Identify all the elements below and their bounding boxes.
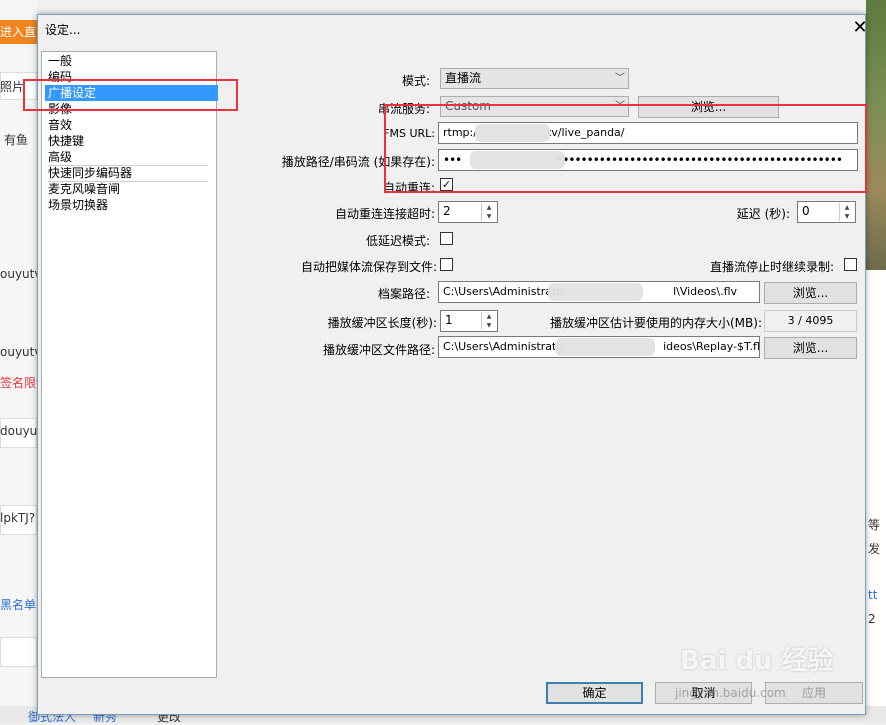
fms-url-value-tail: tv/live_panda/ bbox=[546, 126, 625, 139]
buffer-path-label: 播放缓冲区文件路径: bbox=[322, 343, 435, 357]
enter-room-button[interactable]: 进入直 bbox=[0, 20, 37, 44]
bg-text: ouyutv. bbox=[0, 267, 37, 281]
bg-input bbox=[0, 637, 37, 667]
buffer-length-value: 1 bbox=[445, 313, 453, 327]
reconnect-timeout-label: 自动重连连接超时: bbox=[334, 207, 435, 221]
nav-item-encoding[interactable]: 编码 bbox=[48, 69, 216, 85]
nav-item-hotkeys[interactable]: 快捷键 bbox=[48, 133, 216, 149]
bg-link[interactable]: tt bbox=[868, 588, 886, 602]
bg-text: lpkTJ? bbox=[0, 511, 36, 525]
reconnect-timeout-spinner[interactable]: 2 ▲ ▼ bbox=[438, 201, 498, 223]
background-photo bbox=[866, 0, 886, 270]
fms-url-label: FMS URL: bbox=[383, 127, 435, 140]
fms-url-value: rtmp:/ bbox=[443, 126, 477, 139]
nav-item-general[interactable]: 一般 bbox=[48, 53, 216, 69]
spinner-arrows-icon[interactable]: ▲ ▼ bbox=[839, 203, 854, 221]
low-latency-label: 低延迟模式: bbox=[365, 234, 430, 248]
file-path-label: 档案路径: bbox=[377, 287, 430, 301]
service-value: Custom bbox=[445, 99, 491, 113]
redaction-blur bbox=[475, 124, 550, 142]
continue-record-checkbox[interactable] bbox=[844, 258, 857, 271]
buffer-path-value: C:\Users\Administrato bbox=[443, 340, 564, 353]
chevron-down-icon: ﹀ bbox=[615, 101, 625, 112]
settings-nav-list: 一般 编码 广播设定 影像 音效 快捷键 高级 快速同步编码器 麦克风噪音闸 场… bbox=[41, 51, 218, 678]
service-select[interactable]: Custom ﹀ bbox=[440, 96, 629, 117]
background-app-left bbox=[0, 0, 37, 723]
ok-button[interactable]: 确定 bbox=[546, 682, 643, 704]
play-path-label: 播放路径/串码流 (如果存在): bbox=[281, 155, 435, 169]
baidu-watermark: Bai du 经验 bbox=[680, 646, 834, 676]
bg-text: 照片 bbox=[0, 80, 25, 94]
nav-item-broadcast[interactable]: 广播设定 bbox=[45, 85, 218, 101]
delay-value: 0 bbox=[802, 204, 810, 218]
bg-text: douyu bbox=[0, 424, 37, 438]
chevron-down-icon: ﹀ bbox=[615, 73, 625, 84]
bg-text: 2 bbox=[868, 612, 876, 626]
service-browse-button[interactable]: 浏览... bbox=[638, 96, 779, 118]
low-latency-checkbox[interactable] bbox=[440, 232, 453, 245]
file-path-value: C:\Users\Administrato bbox=[443, 285, 564, 298]
reconnect-timeout-value: 2 bbox=[443, 204, 451, 218]
file-path-browse-button[interactable]: 浏览... bbox=[764, 282, 857, 304]
baidu-watermark-url: jingyan.baidu.com bbox=[675, 686, 786, 700]
nav-item-audio[interactable]: 音效 bbox=[48, 117, 216, 133]
mode-select[interactable]: 直播流 ﹀ bbox=[440, 68, 629, 89]
play-path-value-tail: ••••••••••••••••••••••••••••••••••••••••… bbox=[556, 153, 843, 167]
nav-item-video[interactable]: 影像 bbox=[48, 101, 216, 117]
bg-text: 等 bbox=[868, 518, 881, 532]
buffer-path-browse-button[interactable]: 浏览... bbox=[764, 337, 857, 359]
dialog-title: 设定... bbox=[45, 23, 81, 37]
buffer-memory-value: 3 / 4095 bbox=[764, 310, 857, 332]
bg-text: 发 bbox=[868, 542, 881, 556]
buffer-length-spinner[interactable]: 1 ▲ ▼ bbox=[440, 310, 498, 332]
buffer-length-label: 播放缓冲区长度(秒): bbox=[327, 316, 437, 330]
file-path-value-tail: l\Videos\.flv bbox=[673, 285, 738, 298]
bg-text: 有鱼 bbox=[4, 133, 29, 147]
close-icon[interactable]: ✕ bbox=[850, 18, 870, 38]
nav-item-quicksync[interactable]: 快速同步编码器 bbox=[48, 165, 216, 181]
redaction-blur bbox=[555, 338, 655, 356]
nav-item-scene-switcher[interactable]: 场景切换器 bbox=[48, 197, 216, 213]
buffer-path-value-tail: ideos\Replay-$T.flv bbox=[663, 340, 760, 353]
bg-link[interactable]: 黑名单 bbox=[0, 596, 37, 613]
mode-label: 模式: bbox=[401, 74, 430, 88]
continue-record-label: 直播流停止时继续录制: bbox=[709, 260, 834, 274]
service-label: 串流服务: bbox=[377, 102, 430, 116]
auto-reconnect-label: 自动重连: bbox=[382, 181, 435, 195]
bg-text: 签名限制 bbox=[0, 376, 37, 390]
nav-item-advanced[interactable]: 高级 bbox=[48, 149, 216, 165]
redaction-blur bbox=[548, 283, 643, 301]
save-stream-label: 自动把媒体流保存到文件: bbox=[300, 260, 437, 274]
save-stream-checkbox[interactable] bbox=[440, 258, 453, 271]
delay-spinner[interactable]: 0 ▲ ▼ bbox=[797, 201, 856, 223]
nav-item-noise-gate[interactable]: 麦克风噪音闸 bbox=[48, 181, 216, 197]
auto-reconnect-checkbox[interactable]: ✓ bbox=[440, 178, 453, 191]
spinner-arrows-icon[interactable]: ▲ ▼ bbox=[481, 203, 496, 221]
buffer-memory-label: 播放缓冲区估计要使用的内存大小(MB): bbox=[550, 316, 762, 330]
delay-label: 延迟 (秒): bbox=[736, 207, 790, 221]
bg-text: ouyutv. bbox=[0, 345, 37, 359]
spinner-arrows-icon[interactable]: ▲ ▼ bbox=[481, 312, 496, 330]
redaction-blur bbox=[470, 151, 565, 169]
mode-value: 直播流 bbox=[445, 71, 482, 85]
play-path-value: ••• bbox=[443, 153, 462, 167]
